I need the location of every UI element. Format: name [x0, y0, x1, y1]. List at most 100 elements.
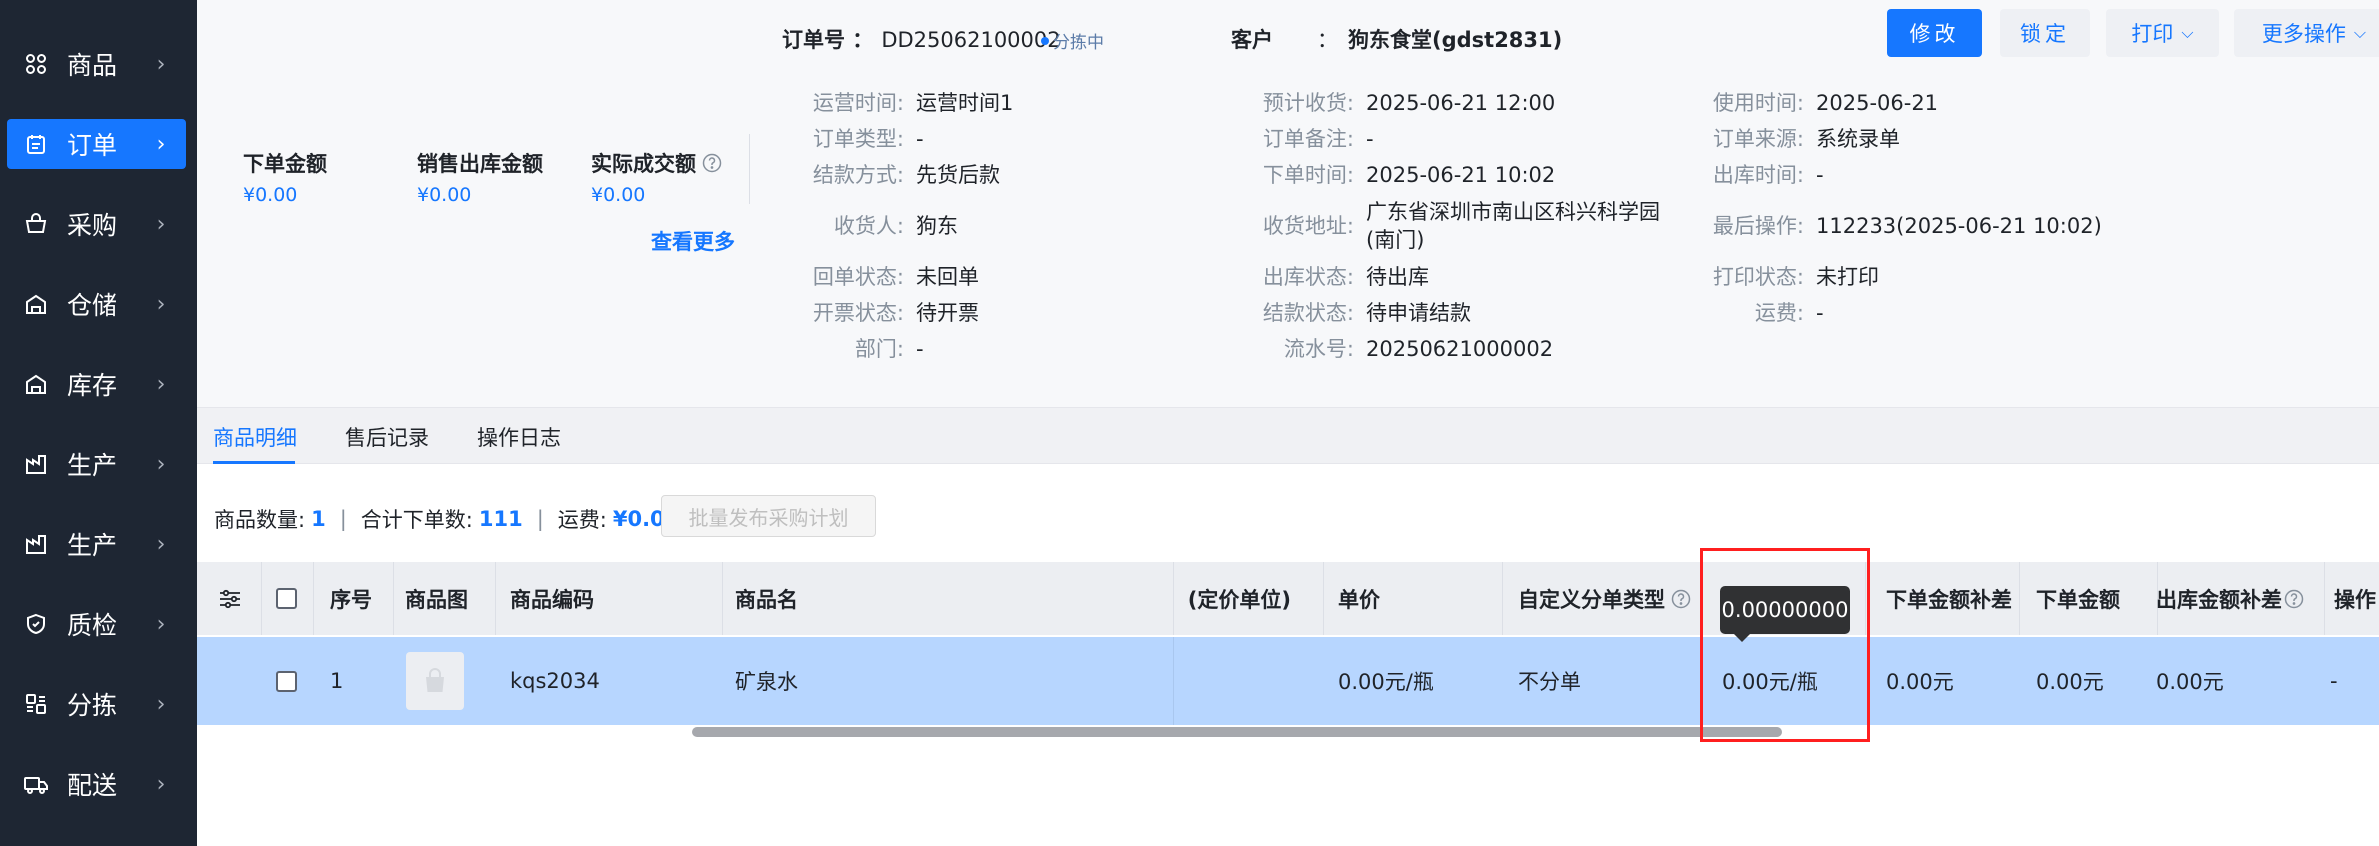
header-pricing-unit: (定价单位)	[1187, 587, 1291, 612]
help-icon[interactable]	[2284, 589, 2304, 609]
header-action: 操作	[2334, 587, 2376, 612]
info-value: -	[916, 127, 924, 151]
shield-icon	[23, 611, 49, 637]
divider	[749, 134, 750, 204]
view-more-link[interactable]: 查看更多	[651, 226, 735, 256]
cell-price: 0.00元/瓶	[1338, 670, 1434, 694]
column-divider	[393, 562, 394, 635]
tab-operation-log[interactable]: 操作日志	[477, 422, 561, 452]
info-key: 使用时间:	[1712, 91, 1804, 115]
help-icon[interactable]	[702, 153, 722, 173]
header-out-diff-text: 出库金额补差	[2156, 587, 2282, 612]
info-key: 打印状态:	[1712, 265, 1804, 289]
batch-publish-purchase-button[interactable]: 批量发布采购计划	[661, 495, 876, 537]
print-button[interactable]: 打印 ⌵	[2106, 9, 2219, 57]
info-key: 下单时间:	[1262, 163, 1354, 187]
sidebar-item-label: 质检	[67, 611, 118, 640]
edit-button[interactable]: 修改	[1887, 9, 1982, 57]
column-divider	[1865, 562, 1866, 635]
table-row[interactable]: 1 kqs2034 矿泉水 0.00元/瓶 不分单 0.00元/瓶 0.00元 …	[197, 637, 2379, 725]
chevron-right-icon: ›	[156, 131, 166, 157]
info-value: 广东省深圳市南山区科兴科学园	[1366, 200, 1660, 224]
header-code: 商品编码	[510, 587, 594, 612]
help-icon[interactable]	[1671, 589, 1691, 609]
summary-separator: |	[536, 507, 544, 531]
info-key: 开票状态:	[812, 301, 904, 325]
row-checkbox[interactable]	[276, 637, 297, 725]
detail-tabs: 商品明细 售后记录 操作日志	[197, 407, 2379, 464]
column-divider	[313, 562, 314, 635]
active-tab-indicator	[213, 461, 295, 464]
cell-action[interactable]: -	[2330, 637, 2338, 725]
customer: 客户 ： 狗东食堂(gdst2831)	[1231, 24, 1562, 54]
sidebar-item-label: 仓储	[67, 291, 118, 320]
column-divider	[2019, 562, 2020, 635]
chevron-right-icon: ›	[156, 691, 166, 717]
cell-out-diff: 0.00元	[2156, 670, 2224, 694]
status-dot-icon	[1041, 36, 1049, 45]
tab-goods-detail[interactable]: 商品明细	[213, 422, 297, 452]
amount-value: ¥0.00	[243, 184, 298, 206]
print-button-label: 打印	[2131, 22, 2174, 46]
info-value: 112233(2025-06-21 10:02)	[1816, 214, 2102, 238]
select-all-checkbox[interactable]	[276, 562, 297, 635]
info-key: 出库状态:	[1262, 265, 1354, 289]
order-number-value: DD25062100002	[881, 28, 1061, 52]
column-divider	[1700, 562, 1701, 635]
customer-name: 狗东食堂(gdst2831)	[1348, 28, 1563, 52]
cell-seq: 1	[330, 669, 344, 693]
header-name: 商品名	[735, 587, 798, 612]
info-value: 未打印	[1816, 265, 1879, 289]
cell-code: kqs2034	[510, 669, 600, 693]
info-key: 收货地址:	[1262, 214, 1354, 238]
warehouse-icon	[23, 371, 49, 397]
column-divider	[1173, 637, 1174, 725]
sidebar-item-storage[interactable]: 仓储 ›	[7, 279, 186, 329]
status-text: 分拣中	[1053, 33, 1104, 53]
cell-image[interactable]	[406, 637, 464, 725]
info-value: 先货后款	[916, 163, 1000, 187]
amount-actual: 实际成交额 ¥0.00	[591, 148, 722, 206]
product-image-placeholder-icon	[406, 652, 464, 710]
header-out-diff: 出库金额补差	[2156, 562, 2304, 635]
table-header: 序号 商品图 商品编码 商品名 (定价单位) 单价 自定义分单类型 不含税单价 …	[197, 562, 2379, 635]
sidebar-item-delivery[interactable]: 配送 ›	[7, 759, 186, 809]
freight-label: 运费:	[557, 508, 607, 532]
info-value: 系统录单	[1816, 127, 1900, 151]
column-divider	[261, 562, 262, 635]
header-price: 单价	[1338, 587, 1380, 612]
sidebar-item-orders[interactable]: 订单 ›	[7, 119, 186, 169]
chevron-right-icon: ›	[156, 611, 166, 637]
chevron-down-icon: ⌵	[2353, 23, 2367, 42]
chevron-right-icon: ›	[156, 451, 166, 477]
info-key: 流水号:	[1283, 337, 1354, 361]
basket-icon	[23, 211, 49, 237]
horizontal-scrollbar[interactable]	[692, 727, 1782, 737]
sidebar-item-inventory[interactable]: 库存 ›	[7, 359, 186, 409]
total-order-label: 合计下单数:	[360, 508, 473, 532]
cell-name: 矿泉水	[735, 670, 798, 694]
info-key: 收货人:	[833, 214, 904, 238]
header-order-diff: 下单金额补差	[1886, 587, 2012, 612]
info-value: 运营时间1	[916, 91, 1014, 115]
tab-after-sales[interactable]: 售后记录	[345, 422, 429, 452]
sidebar-item-production-2[interactable]: 生产 ›	[7, 519, 186, 569]
sidebar-item-quality[interactable]: 质检 ›	[7, 599, 186, 649]
more-actions-label: 更多操作	[2261, 22, 2346, 46]
sidebar-item-production[interactable]: 生产 ›	[7, 439, 186, 489]
chevron-right-icon: ›	[156, 211, 166, 237]
factory-icon	[23, 531, 49, 557]
chevron-right-icon: ›	[156, 291, 166, 317]
amount-label: 销售出库金额	[417, 152, 543, 176]
sidebar-item-goods[interactable]: 商品 ›	[7, 39, 186, 89]
column-settings-icon[interactable]	[219, 562, 241, 635]
amount-label-text: 实际成交额	[591, 152, 696, 176]
more-actions-button[interactable]: 更多操作 ⌵	[2234, 9, 2379, 57]
sidebar-item-sorting[interactable]: 分拣 ›	[7, 679, 186, 729]
goods-count-label: 商品数量:	[214, 508, 306, 532]
info-key: 回单状态:	[812, 265, 904, 289]
info-key: 最后操作:	[1712, 214, 1804, 238]
sidebar-item-purchase[interactable]: 采购 ›	[7, 199, 186, 249]
lock-button[interactable]: 锁定	[2000, 9, 2090, 57]
header-custom-type: 自定义分单类型	[1518, 562, 1691, 635]
